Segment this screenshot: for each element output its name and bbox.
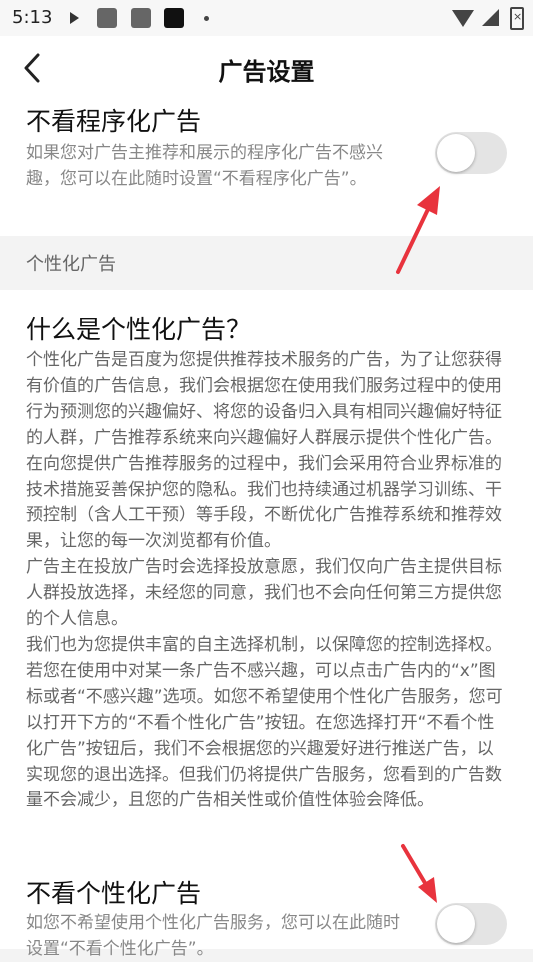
toggle-knob <box>437 134 475 172</box>
signal-icon <box>482 9 499 26</box>
personalized-ads-toggle[interactable] <box>435 903 507 945</box>
personalized-ads-title: 不看个性化广告 <box>26 879 202 908</box>
toggle-knob <box>437 905 475 943</box>
app-icon <box>97 8 117 28</box>
what-is-personalized-title: 什么是个性化广告？ <box>26 315 252 344</box>
page-title: 广告设置 <box>218 58 315 86</box>
section-label-personalized: 个性化广告 <box>26 254 116 275</box>
dot-icon <box>204 16 209 21</box>
header: 广告设置 <box>0 36 533 100</box>
wifi-icon <box>452 10 474 27</box>
programmatic-ads-title: 不看程序化广告 <box>26 107 202 136</box>
app-icon <box>164 8 184 28</box>
personalized-ads-explanation: 个性化广告是百度为您提供推荐技术服务的广告，为了让您获得有价值的广告信息，我们会… <box>26 348 510 814</box>
personalized-ads-description: 如您不希望使用个性化广告服务，您可以在此随时设置“不看个性化广告”。 <box>26 913 400 959</box>
paragraph: 我们也为您提供丰富的自主选择机制，以保障您的控制选择权。若您在使用中对某一条广告… <box>26 634 503 811</box>
status-bar: 5:13 × <box>0 0 533 36</box>
programmatic-ads-card: 不看程序化广告 如果您对广告主推荐和展示的程序化广告不感兴趣，您可以在此随时设置… <box>0 100 533 236</box>
battery-icon: × <box>510 7 524 30</box>
status-time: 5:13 <box>12 7 53 28</box>
app-icon <box>131 8 151 28</box>
paragraph: 个性化广告是百度为您提供推荐技术服务的广告，为了让您获得有价值的广告信息，我们会… <box>26 350 502 552</box>
personalized-ads-card: 什么是个性化广告？ 个性化广告是百度为您提供推荐技术服务的广告，为了让您获得有价… <box>0 290 533 959</box>
paragraph: 广告主在投放广告时会选择投放意愿，我们仅向广告主提供目标人群投放选择，未经您的同… <box>26 557 502 630</box>
programmatic-ads-description: 如果您对广告主推荐和展示的程序化广告不感兴趣，您可以在此随时设置“不看程序化广告… <box>26 143 383 189</box>
play-icon <box>70 12 79 24</box>
programmatic-ads-toggle[interactable] <box>435 132 507 174</box>
